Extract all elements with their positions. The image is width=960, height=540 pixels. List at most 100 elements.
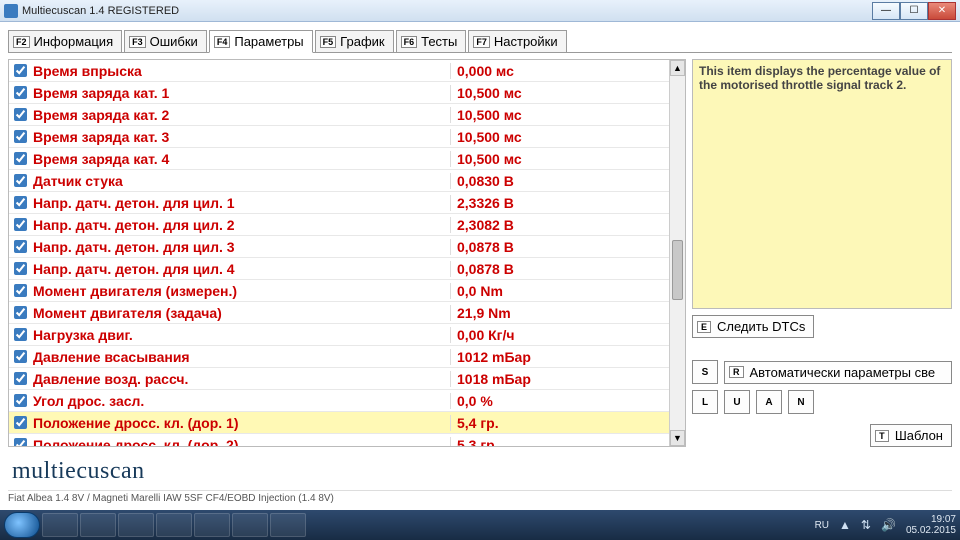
button-label: Следить DTCs (717, 319, 805, 334)
parameter-row[interactable]: Время впрыска0,000 мс (9, 60, 685, 82)
parameter-row[interactable]: Датчик стука0,0830 В (9, 170, 685, 192)
parameter-row[interactable]: Положение дросс. кл. (дор. 2)5,3 гр. (9, 434, 685, 446)
parameter-name: Нагрузка двиг. (31, 327, 450, 343)
tab-f5[interactable]: F5График (315, 30, 394, 52)
tray-flag-icon[interactable]: ▲ (839, 518, 851, 532)
parameter-row[interactable]: Напр. датч. детон. для цил. 40,0878 В (9, 258, 685, 280)
tray-network-icon[interactable]: ⇅ (861, 518, 871, 532)
parameter-value: 2,3082 В (450, 217, 685, 233)
taskbar-app-tool[interactable] (232, 513, 268, 537)
parameter-checkbox[interactable] (14, 438, 27, 446)
parameter-checkbox[interactable] (14, 416, 27, 429)
parameter-row[interactable]: Время заряда кат. 310,500 мс (9, 126, 685, 148)
parameter-row[interactable]: Напр. датч. детон. для цил. 12,3326 В (9, 192, 685, 214)
tab-f4[interactable]: F4Параметры (209, 30, 313, 53)
parameter-row[interactable]: Момент двигателя (задача)21,9 Nm (9, 302, 685, 324)
parameter-checkbox[interactable] (14, 240, 27, 253)
parameter-row[interactable]: Напр. датч. детон. для цил. 30,0878 В (9, 236, 685, 258)
parameter-name: Напр. датч. детон. для цил. 1 (31, 195, 450, 211)
tray-volume-icon[interactable]: 🔊 (881, 518, 896, 532)
key-label: T (875, 430, 889, 442)
parameter-info-box: This item displays the percentage value … (692, 59, 952, 309)
window-title: Multiecuscan 1.4 REGISTERED (22, 5, 872, 17)
parameter-name: Момент двигателя (задача) (31, 305, 450, 321)
parameter-row[interactable]: Угол дрос. засл.0,0 % (9, 390, 685, 412)
scroll-thumb[interactable] (672, 240, 683, 300)
template-button[interactable]: T Шаблон (870, 424, 952, 447)
scroll-down-arrow-icon[interactable]: ▼ (670, 430, 685, 446)
taskbar-app-paint[interactable] (270, 513, 306, 537)
tab-f3[interactable]: F3Ошибки (124, 30, 207, 52)
parameter-row[interactable]: Давление всасывания1012 mБар (9, 346, 685, 368)
clock[interactable]: 19:07 05.02.2015 (906, 514, 956, 536)
parameter-row[interactable]: Время заряда кат. 410,500 мс (9, 148, 685, 170)
n-button[interactable]: N (788, 390, 814, 414)
system-tray: RU ▲ ⇅ 🔊 19:07 05.02.2015 (815, 514, 956, 536)
parameter-row[interactable]: Время заряда кат. 110,500 мс (9, 82, 685, 104)
clock-time: 19:07 (906, 514, 956, 525)
taskbar-app-multiecuscan[interactable] (156, 513, 192, 537)
parameter-name: Напр. датч. детон. для цил. 3 (31, 239, 450, 255)
parameter-checkbox[interactable] (14, 152, 27, 165)
parameter-value: 10,500 мс (450, 151, 685, 167)
a-button[interactable]: A (756, 390, 782, 414)
parameter-value: 0,000 мс (450, 63, 685, 79)
tab-f6[interactable]: F6Тесты (396, 30, 467, 52)
parameter-checkbox[interactable] (14, 64, 27, 77)
taskbar-app-chrome[interactable] (118, 513, 154, 537)
parameter-name: Время заряда кат. 4 (31, 151, 450, 167)
parameter-checkbox[interactable] (14, 130, 27, 143)
parameter-checkbox[interactable] (14, 108, 27, 121)
parameter-name: Положение дросс. кл. (дор. 1) (31, 415, 450, 431)
parameter-checkbox[interactable] (14, 350, 27, 363)
parameter-name: Время заряда кат. 3 (31, 129, 450, 145)
u-button[interactable]: U (724, 390, 750, 414)
brand-logo: multiecuscan (12, 458, 145, 485)
parameter-row[interactable]: Положение дросс. кл. (дор. 1)5,4 гр. (9, 412, 685, 434)
parameters-list: Время впрыска0,000 мсВремя заряда кат. 1… (9, 60, 685, 446)
parameter-checkbox[interactable] (14, 284, 27, 297)
parameter-row[interactable]: Время заряда кат. 210,500 мс (9, 104, 685, 126)
parameter-checkbox[interactable] (14, 394, 27, 407)
fkey-label: F4 (214, 36, 231, 48)
tab-f7[interactable]: F7Настройки (468, 30, 566, 52)
scrollbar[interactable]: ▲ ▼ (669, 60, 685, 446)
parameter-checkbox[interactable] (14, 196, 27, 209)
parameter-row[interactable]: Давление возд. рассч.1018 mБар (9, 368, 685, 390)
tab-f2[interactable]: F2Информация (8, 30, 122, 52)
tab-label: Информация (34, 34, 114, 49)
parameter-checkbox[interactable] (14, 306, 27, 319)
parameter-name: Момент двигателя (измерен.) (31, 283, 450, 299)
parameter-checkbox[interactable] (14, 218, 27, 231)
parameter-row[interactable]: Нагрузка двиг.0,00 Кг/ч (9, 324, 685, 346)
window-controls: — ☐ ✕ (872, 2, 956, 20)
parameter-value: 10,500 мс (450, 107, 685, 123)
parameter-checkbox[interactable] (14, 174, 27, 187)
taskbar-app-gallery[interactable] (194, 513, 230, 537)
fkey-label: F6 (401, 36, 418, 48)
auto-params-button[interactable]: R Автоматически параметры све (724, 361, 952, 384)
close-button[interactable]: ✕ (928, 2, 956, 20)
parameter-row[interactable]: Момент двигателя (измерен.)0,0 Nm (9, 280, 685, 302)
start-button[interactable] (4, 512, 40, 538)
taskbar-app-folder[interactable] (80, 513, 116, 537)
parameter-checkbox[interactable] (14, 372, 27, 385)
minimize-button[interactable]: — (872, 2, 900, 20)
follow-dtcs-button[interactable]: E Следить DTCs (692, 315, 814, 338)
maximize-button[interactable]: ☐ (900, 2, 928, 20)
window-titlebar: Multiecuscan 1.4 REGISTERED — ☐ ✕ (0, 0, 960, 22)
parameter-checkbox[interactable] (14, 262, 27, 275)
parameter-checkbox[interactable] (14, 86, 27, 99)
parameter-checkbox[interactable] (14, 328, 27, 341)
scroll-up-arrow-icon[interactable]: ▲ (670, 60, 685, 76)
taskbar-app-explorer[interactable] (42, 513, 78, 537)
parameter-name: Время заряда кат. 2 (31, 107, 450, 123)
parameter-name: Время впрыска (31, 63, 450, 79)
parameter-value: 1018 mБар (450, 371, 685, 387)
l-button[interactable]: L (692, 390, 718, 414)
parameter-name: Напр. датч. детон. для цил. 2 (31, 217, 450, 233)
parameter-name: Угол дрос. засл. (31, 393, 450, 409)
language-indicator[interactable]: RU (815, 520, 829, 531)
s-button[interactable]: S (692, 360, 718, 384)
parameter-row[interactable]: Напр. датч. детон. для цил. 22,3082 В (9, 214, 685, 236)
